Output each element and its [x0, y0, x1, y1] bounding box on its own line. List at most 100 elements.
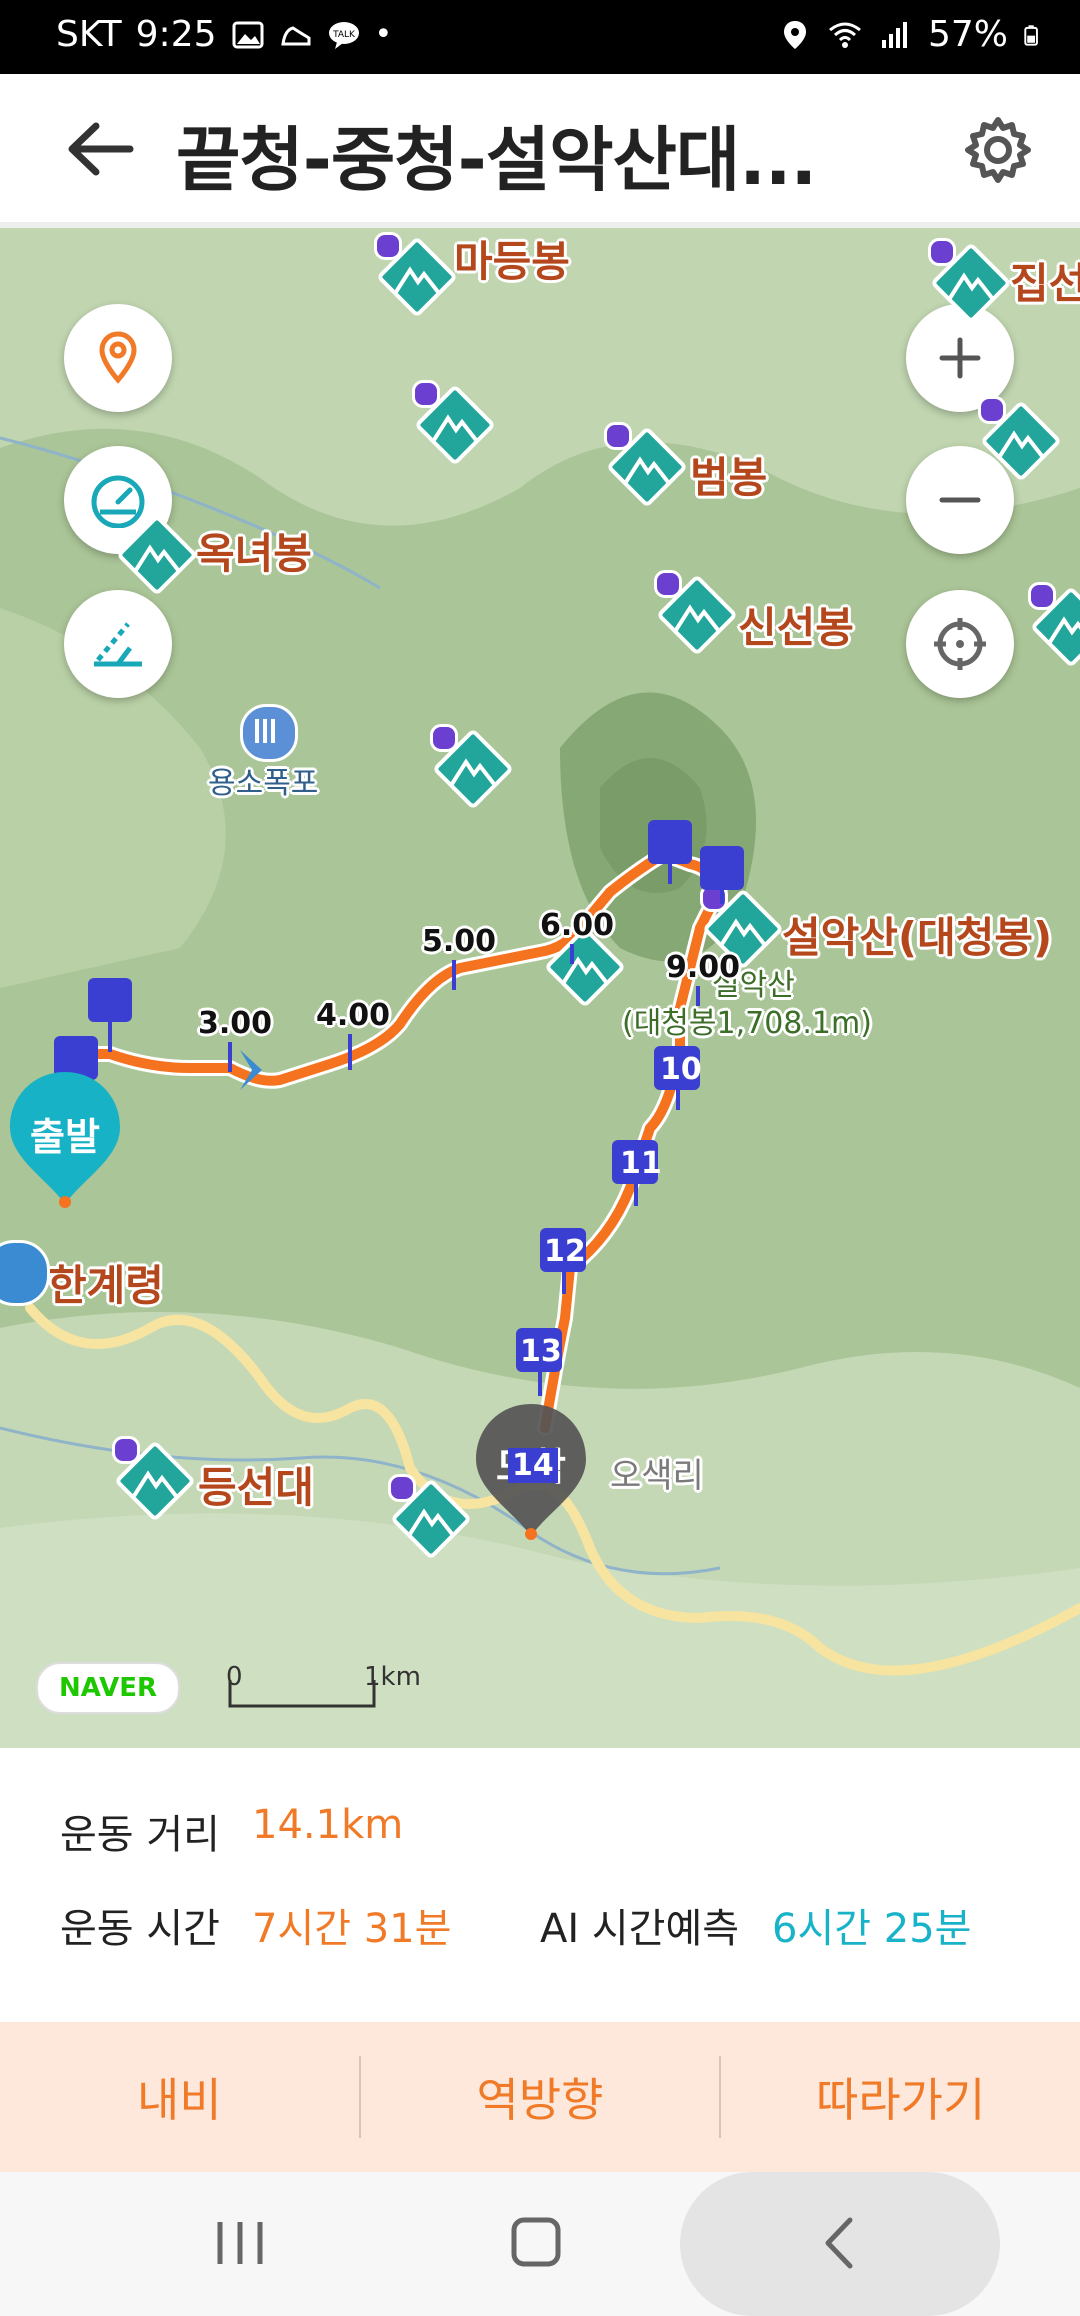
slope-icon	[94, 622, 142, 667]
km-marker: 5.00	[422, 924, 497, 959]
flag-pole	[228, 1042, 232, 1072]
km-marker: 6.00	[540, 908, 615, 943]
waypoint-flag[interactable]	[700, 846, 744, 890]
waypoint-flag[interactable]	[88, 978, 132, 1022]
place-label: 등선대	[198, 1463, 314, 1512]
km-marker: 10	[660, 1052, 702, 1087]
flag-pole	[668, 864, 672, 884]
battery-percent: 57%	[927, 14, 1008, 55]
flag-pole	[348, 1034, 352, 1070]
distance-label: 운동 거리	[60, 1812, 220, 1858]
waterfall-icon[interactable]	[240, 704, 298, 762]
stats-panel: 운동 거리 14.1km 운동 시간 7시간 31분 AI 시간예측 6시간 2…	[0, 1750, 1080, 2020]
mountain-icon[interactable]	[388, 1474, 473, 1561]
flag-pole	[108, 1022, 112, 1052]
mountain-icon[interactable]	[374, 232, 459, 319]
location-icon	[783, 20, 806, 49]
flag-pole	[676, 1090, 680, 1110]
carrier-label: SKT	[56, 14, 122, 55]
place-label: 범봉	[690, 453, 768, 502]
mountain-icon[interactable]	[112, 1436, 197, 1523]
clock: 9:25	[135, 14, 217, 55]
flag-pole	[538, 1372, 542, 1396]
km-marker: 11	[620, 1146, 662, 1181]
location-button[interactable]	[64, 304, 172, 412]
scale-unit: 1km	[364, 1662, 421, 1692]
place-label: 한계령	[48, 1261, 164, 1310]
slope-button[interactable]	[64, 590, 172, 698]
km-marker: 9.00	[666, 950, 741, 985]
home-icon	[511, 2217, 561, 2267]
system-nav-bar	[0, 2172, 1080, 2316]
route-map[interactable]: 마등봉 집선 범봉 옥녀봉 신선봉 용소폭포 설악산(대청봉) 설악산 (대청봉…	[0, 228, 1080, 1748]
mountain-icon[interactable]	[928, 238, 1013, 325]
mountain-icon[interactable]	[412, 380, 497, 467]
crosshair-icon	[934, 618, 986, 670]
flag-pole	[562, 1272, 566, 1294]
flag-pole	[570, 944, 574, 964]
km-marker: 12	[544, 1234, 586, 1269]
home-button[interactable]	[496, 2208, 576, 2278]
ai-value: 6시간 25분	[772, 1906, 972, 1952]
place-label: 오색리	[610, 1456, 704, 1496]
mountain-icon[interactable]	[654, 570, 739, 657]
time-label: 운동 시간	[60, 1906, 220, 1952]
system-back-button[interactable]	[800, 2208, 880, 2278]
flag-pole	[696, 986, 700, 1006]
page-title: 끝청-중청-설악산대...	[176, 119, 817, 201]
place-label: (대청봉1,708.1m)	[622, 1006, 872, 1041]
talk-icon: TALK	[328, 21, 359, 49]
mountain-icon[interactable]	[430, 724, 515, 811]
navigation-button[interactable]: 내비	[0, 2022, 359, 2172]
zoom-in-icon	[939, 337, 981, 379]
place-label: 설악산(대청봉)	[782, 913, 1053, 962]
status-bar: SKT 9:25 TALK • 57%	[0, 0, 1080, 74]
end-marker[interactable]: 도착 14	[472, 1400, 590, 1540]
naver-logo: NAVER	[36, 1662, 180, 1714]
mountain-icon[interactable]	[115, 513, 199, 597]
mountain-icon[interactable]	[604, 422, 689, 509]
mountain-icon[interactable]	[978, 396, 1063, 483]
mountain-icon[interactable]	[1028, 582, 1080, 669]
follow-button[interactable]: 따라가기	[721, 2022, 1080, 2172]
reverse-button[interactable]: 역방향	[361, 2022, 720, 2172]
recents-button[interactable]	[200, 2208, 280, 2278]
km-marker: 14	[508, 1448, 558, 1483]
km-marker: 4.00	[316, 998, 391, 1033]
km-marker: 3.00	[198, 1006, 273, 1041]
back-icon	[825, 2217, 853, 2269]
talk-label: TALK	[332, 30, 356, 40]
arrow-left-icon	[68, 122, 134, 176]
km-marker: 13	[520, 1334, 562, 1369]
flag-pole	[634, 1184, 638, 1206]
battery-icon	[1024, 24, 1038, 46]
start-label: 출발	[30, 1115, 100, 1159]
current-location-button[interactable]	[906, 590, 1014, 698]
flag-pole	[720, 890, 724, 904]
ai-label: AI 시간예측	[540, 1906, 740, 1952]
place-label: 집선	[1010, 259, 1080, 308]
scale-zero: 0	[226, 1662, 243, 1692]
image-icon	[232, 21, 263, 48]
app-header: 끝청-중청-설악산대...	[0, 74, 1080, 228]
signal-icon	[881, 21, 907, 48]
place-label: 옥녀봉	[196, 529, 312, 578]
settings-button[interactable]	[962, 114, 1034, 186]
gear-icon	[965, 117, 1031, 183]
place-label: 용소폭포	[208, 766, 319, 801]
place-label: 마등봉	[454, 237, 570, 286]
distance-value: 14.1km	[252, 1802, 404, 1848]
map-scale: 0 1km	[226, 1662, 446, 1722]
location-pin-icon	[99, 331, 137, 384]
action-bar: 내비 역방향 따라가기	[0, 2022, 1080, 2172]
place-label: 신선봉	[738, 603, 854, 652]
back-button[interactable]	[60, 114, 142, 184]
time-value: 7시간 31분	[252, 1906, 452, 1952]
shoe-icon	[280, 25, 310, 45]
recents-icon	[217, 2222, 263, 2264]
zoom-out-icon	[939, 497, 981, 503]
wifi-icon	[829, 22, 861, 48]
start-marker[interactable]: 출발	[6, 1068, 124, 1208]
flag-pole	[452, 960, 456, 990]
waypoint-flag[interactable]	[648, 820, 692, 864]
